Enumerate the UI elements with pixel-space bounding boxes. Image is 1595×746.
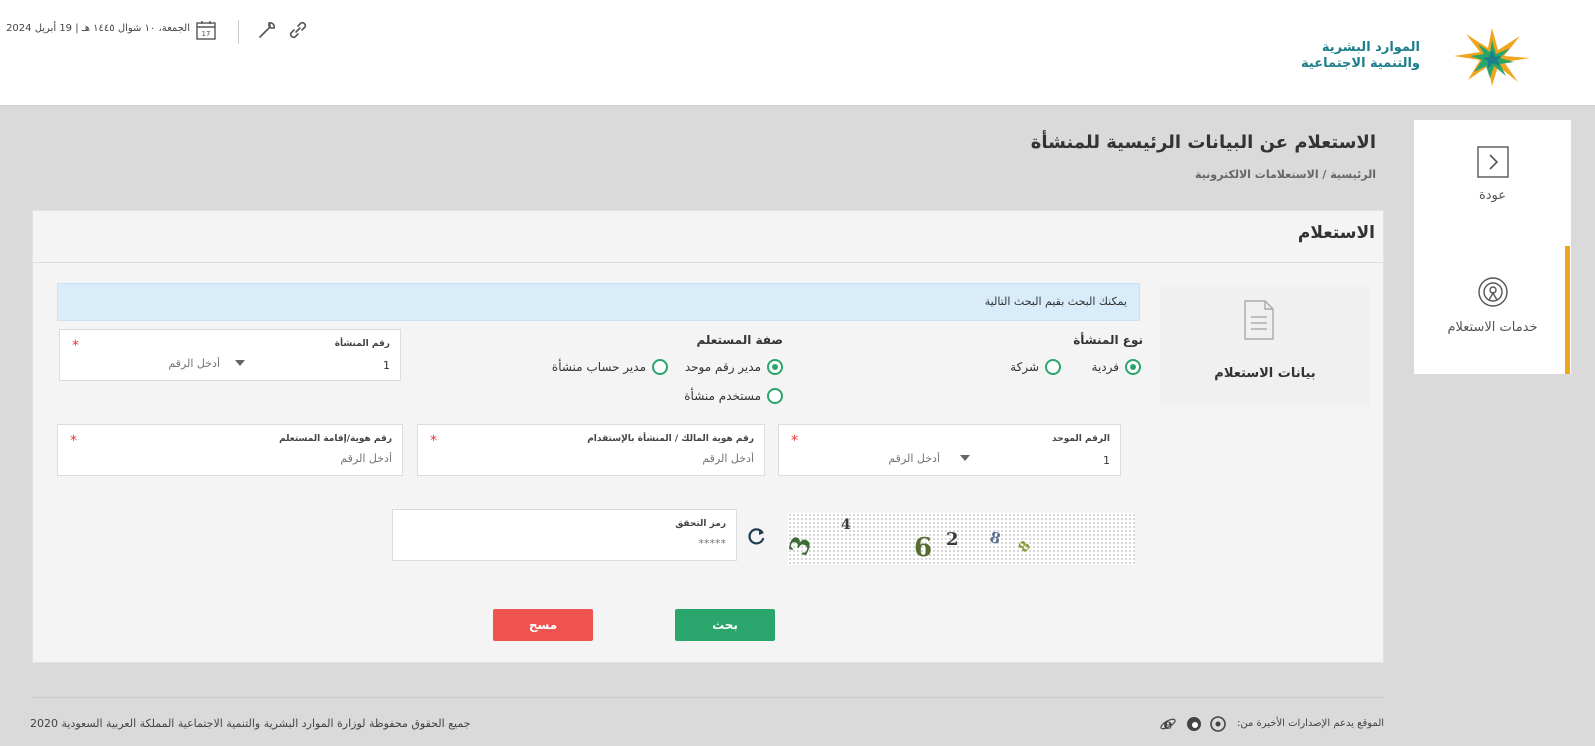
- site-header: الموارد البشرية والتنمية الاجتماعية 17 ا…: [0, 0, 1595, 106]
- chevron-down-icon[interactable]: [235, 360, 245, 366]
- radio-label: شركة: [1010, 360, 1039, 374]
- inquiry-data-label: بيانات الاستعلام: [1214, 366, 1316, 381]
- unified-prefix-value: 1: [1103, 454, 1110, 467]
- required-mark: *: [430, 433, 437, 449]
- radio-dot: [1125, 359, 1141, 375]
- owner-id-field: رقم هوية المالك / المنشأة بالإستقدام *: [417, 424, 765, 476]
- requester-id-input[interactable]: [142, 452, 392, 465]
- inquiry-data-card: بيانات الاستعلام: [1160, 287, 1370, 405]
- document-icon: [1244, 300, 1274, 340]
- panel-header: الاستعلام: [33, 211, 1383, 263]
- footer-copyright: جميع الحقوق محفوظة لوزارة الموارد البشري…: [30, 717, 471, 730]
- user-role-label: صفة المستعلم: [696, 333, 783, 347]
- radio-company[interactable]: شركة: [1010, 359, 1061, 375]
- required-mark: *: [72, 338, 79, 354]
- radio-dot: [1045, 359, 1061, 375]
- search-button[interactable]: بحث: [675, 609, 775, 641]
- unified-number-field: الرقم الموحد * 1: [778, 424, 1121, 476]
- field-label: رمز التحقق: [675, 519, 726, 529]
- info-alert: يمكنك البحث بقيم البحث التالية: [57, 283, 1140, 321]
- chrome-icon: [1210, 716, 1226, 732]
- sidebar-item-label: خدمات الاستعلام: [1447, 320, 1538, 335]
- chevron-down-icon[interactable]: [960, 455, 970, 461]
- internet-explorer-icon: e: [1160, 717, 1176, 732]
- refresh-icon[interactable]: [745, 526, 767, 548]
- inquiry-panel: الاستعلام يمكنك البحث بقيم البحث التالية…: [32, 210, 1384, 663]
- establishment-type-label: نوع المنشأة: [1073, 333, 1143, 347]
- ministry-logo-text: الموارد البشرية والتنمية الاجتماعية: [1300, 40, 1420, 72]
- radio-label: مدير رقم موحد: [684, 360, 761, 374]
- captcha-digit: 2: [946, 529, 959, 550]
- info-text: يمكنك البحث بقيم البحث التالية: [984, 295, 1127, 308]
- logo-line-1: الموارد البشرية: [1321, 40, 1420, 55]
- back-label: عودة: [1478, 188, 1507, 203]
- radio-dot: [652, 359, 668, 375]
- captcha-digit: 3: [783, 532, 819, 560]
- radio-label: فردية: [1091, 360, 1119, 374]
- radio-individual[interactable]: فردية: [1092, 359, 1141, 375]
- required-mark: *: [791, 433, 798, 449]
- captcha-image: 3 4 6 2 8 8: [784, 513, 1135, 565]
- page-title: الاستعلام عن البيانات الرئيسية للمنشأة: [1030, 132, 1376, 153]
- broadcast-icon: [1477, 277, 1508, 307]
- captcha-digit: 6: [914, 533, 933, 563]
- radio-dot: [767, 388, 783, 404]
- calendar-day: 17: [202, 30, 211, 38]
- logo-line-2: والتنمية الاجتماعية: [1301, 56, 1420, 71]
- radio-label: مدير حساب منشأة: [551, 360, 646, 374]
- ministry-logo-icon: [1454, 28, 1530, 86]
- radio-dot: [767, 359, 783, 375]
- calendar-icon: 17: [196, 21, 216, 40]
- link-icon[interactable]: [286, 18, 310, 42]
- header-date: الجمعة، ١٠ شوال ١٤٤٥ هـ | 19 أبريل 2024: [6, 23, 190, 34]
- sidebar-active-indicator: [1565, 246, 1570, 374]
- field-label: رقم هوية/إقامة المستعلم: [279, 434, 392, 444]
- captcha-field: رمز التحقق: [392, 509, 737, 561]
- establishment-number-field: رقم المنشأة * 1: [59, 329, 401, 381]
- breadcrumb[interactable]: الرئيسية / الاستعلامات الالكترونية: [1000, 168, 1376, 181]
- back-button[interactable]: عودة: [1414, 146, 1571, 203]
- owner-id-input[interactable]: [504, 452, 754, 465]
- footer-browser-support: الموقع يدعم الإصدارات الأخيرة من:: [1237, 718, 1385, 729]
- radio-establishment-user[interactable]: مستخدم منشأة: [684, 388, 783, 404]
- captcha-input[interactable]: [476, 537, 726, 550]
- field-label: الرقم الموحد: [1052, 434, 1110, 444]
- firefox-icon: [1187, 717, 1201, 731]
- captcha-digit: 8: [1015, 538, 1035, 556]
- establishment-prefix-value: 1: [383, 359, 390, 372]
- requester-id-field: رقم هوية/إقامة المستعلم *: [57, 424, 403, 476]
- sidebar-item-inquiry-services[interactable]: خدمات الاستعلام: [1414, 276, 1571, 335]
- radio-account-manager[interactable]: مدير حساب منشأة: [552, 359, 668, 375]
- unified-number-input[interactable]: [790, 452, 940, 465]
- field-label: رقم هوية المالك / المنشأة بالإستقدام: [587, 434, 754, 444]
- radio-unified-manager[interactable]: مدير رقم موحد: [685, 359, 783, 375]
- radio-label: مستخدم منشأة: [684, 389, 761, 403]
- sidebar: عودة خدمات الاستعلام: [1414, 120, 1571, 374]
- required-mark: *: [70, 433, 77, 449]
- field-label: رقم المنشأة: [334, 339, 390, 349]
- clear-button[interactable]: مسح: [493, 609, 593, 641]
- chevron-right-icon: [1476, 146, 1509, 178]
- establishment-number-input[interactable]: [70, 357, 220, 370]
- wrench-icon[interactable]: [255, 18, 279, 42]
- captcha-digit: 4: [841, 517, 851, 533]
- header-divider: [238, 20, 239, 44]
- footer-divider: [32, 697, 1384, 698]
- captcha-digit: 8: [987, 527, 1003, 549]
- panel-title: الاستعلام: [1297, 223, 1375, 243]
